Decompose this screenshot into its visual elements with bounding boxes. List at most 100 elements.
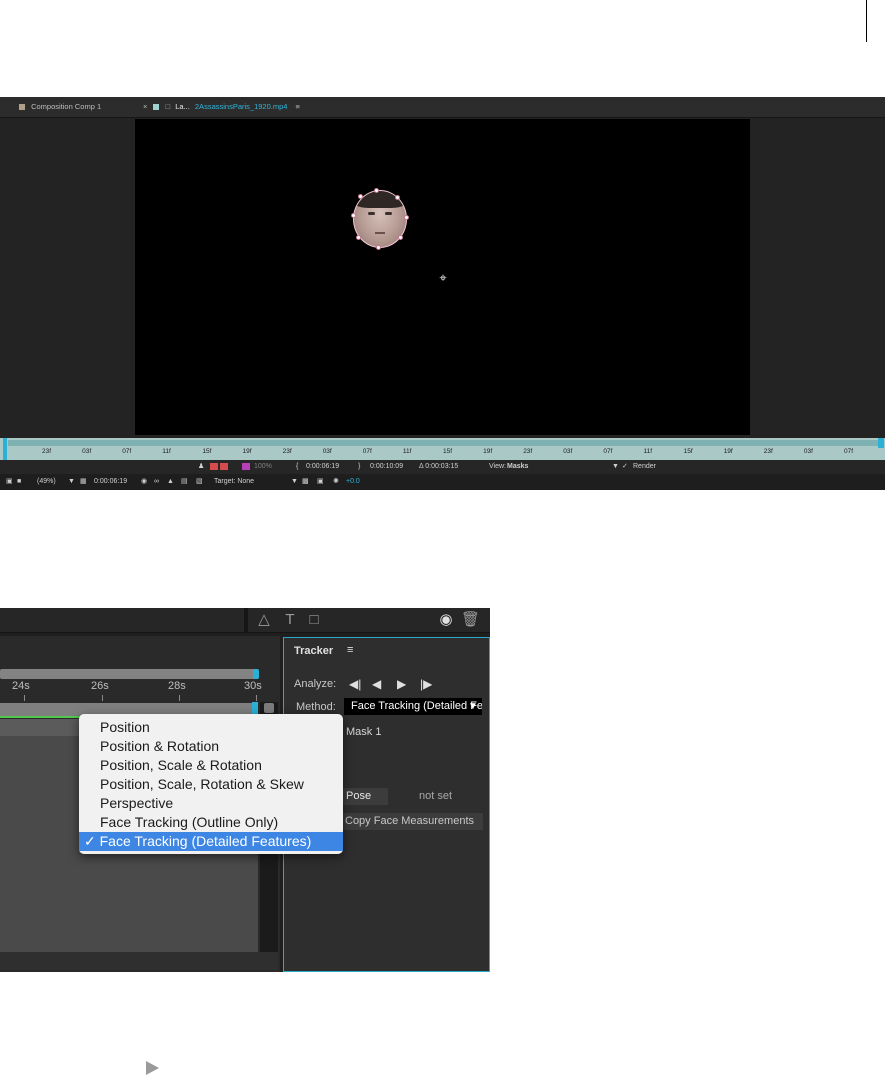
tracker-screenshot: △ T □ ◉ 🗑 24s 26s 28s 30s Tracker ≡ Anal… (0, 608, 490, 972)
render-label: Render (633, 463, 656, 470)
tab-layer[interactable]: × □ La... 2AssassinsParis_1920.mp4 ≡ (143, 97, 300, 117)
tab-composition-comp1[interactable]: Composition Comp 1 (19, 97, 101, 117)
magnification-select[interactable]: (49%) (37, 474, 56, 490)
transparency-grid-icon[interactable]: ▧ (196, 474, 203, 490)
method-option-face-outline[interactable]: Face Tracking (Outline Only) (79, 813, 343, 832)
tab-menu-icon[interactable]: ≡ (296, 102, 300, 111)
time-ruler-tick-label: 23f (42, 448, 52, 455)
time-ruler-tick-label: 19f (723, 448, 733, 455)
fast-preview-icon[interactable]: ▤ (181, 474, 188, 490)
anchor-point-icon[interactable]: ⌖ (436, 271, 450, 285)
timeline-work-area-bar[interactable] (0, 669, 258, 679)
scrollbar-button[interactable] (264, 703, 274, 713)
ruler-label: 24s (12, 680, 30, 692)
mask-vertex[interactable] (356, 235, 361, 240)
time-ruler-tick-label: 03f (82, 448, 92, 455)
analyze-forward-one-frame-button[interactable]: |▶ (420, 677, 432, 691)
mask-vertex[interactable] (351, 213, 356, 218)
channel-icons (210, 460, 230, 474)
mask-vertex[interactable] (395, 195, 400, 200)
target-dropdown-icon[interactable]: ▼ (291, 474, 298, 490)
view-dropdown-arrow-icon[interactable]: ▼ (612, 460, 619, 474)
work-area-end-handle[interactable] (253, 669, 259, 679)
time-ruler-tick-label: 07f (362, 448, 372, 455)
page-corner-line (866, 0, 867, 42)
camera-icon[interactable]: ◉ (141, 474, 147, 490)
out-point-time[interactable]: 0:00:10:09 (370, 460, 403, 474)
checkmark-icon: ✓ (84, 833, 96, 849)
out-point-icon[interactable]: } (358, 460, 360, 474)
trash-icon[interactable]: 🗑 (461, 610, 480, 630)
figure-icon[interactable]: ♟ (198, 460, 204, 474)
method-select[interactable]: Face Tracking (Detailed Features) (344, 698, 482, 715)
mask-vertex[interactable] (374, 188, 379, 193)
time-ruler-tick-label: 19f (483, 448, 493, 455)
analyze-forward-button[interactable]: ▶ (397, 677, 406, 691)
duration-time: Δ 0:00:03:15 (419, 463, 459, 470)
method-dropdown-menu: Position Position & Rotation Position, S… (79, 714, 343, 854)
method-option-position-rotation[interactable]: Position & Rotation (79, 737, 343, 756)
time-ruler-tick-label: 23f (763, 448, 773, 455)
layer-viewer-panel: Composition Comp 1 × □ La... 2AssassinsP… (0, 97, 885, 490)
view-select[interactable]: Masks (507, 460, 528, 474)
analyze-backward-button[interactable]: ◀ (372, 677, 381, 691)
view-label: View: (489, 463, 506, 470)
time-ruler-tick-label: 23f (282, 448, 292, 455)
time-ruler-tick-label: 23f (523, 448, 533, 455)
target-select[interactable]: Target: None (214, 474, 254, 490)
color-swatch-icon[interactable] (242, 462, 250, 470)
magnification-dropdown-icon[interactable]: ▼ (68, 474, 75, 490)
toolbar-divider (244, 608, 248, 632)
shape-tool-icon[interactable]: □ (305, 610, 323, 630)
in-point-time[interactable]: 0:00:06:19 (306, 460, 339, 474)
time-ruler-tick-label: 03f (563, 448, 573, 455)
channels-icon[interactable]: ▲ (167, 474, 174, 490)
type-tool-icon[interactable]: T (281, 610, 299, 630)
time-ruler-tick-label: 07f (603, 448, 613, 455)
time-ruler-tick-label: 15f (443, 448, 453, 455)
overlay-icon[interactable] (220, 462, 228, 470)
snapshot-icon[interactable]: ▣ (317, 474, 324, 490)
time-ruler-tick-label: 07f (844, 448, 854, 455)
exposure-value[interactable]: +0.0 (346, 474, 360, 490)
mask-vertex[interactable] (398, 235, 403, 240)
ruler-tick (24, 695, 25, 701)
tab-layer-source-link[interactable]: 2AssassinsParis_1920.mp4 (195, 102, 288, 111)
tab-close-icon[interactable]: × (143, 102, 147, 111)
method-option-face-detailed-label: Face Tracking (Detailed Features) (99, 833, 312, 849)
work-area-end-handle[interactable] (878, 438, 884, 448)
zoom-group: 100% (242, 460, 272, 474)
time-ruler-tick-label: 07f (122, 448, 132, 455)
grid-icon[interactable]: ▦ (80, 474, 87, 490)
current-timecode[interactable]: 0:00:06:19 (94, 474, 127, 490)
timeline-bottom-bar (0, 952, 278, 970)
pin-tool-icon[interactable]: △ (255, 610, 273, 630)
tracker-panel-menu-icon[interactable]: ≡ (347, 644, 353, 656)
current-time-indicator[interactable] (3, 438, 7, 460)
work-area-bar[interactable] (8, 440, 878, 446)
method-option-perspective[interactable]: Perspective (79, 794, 343, 813)
ruler-tick (256, 695, 257, 701)
mask-vertex[interactable] (358, 194, 363, 199)
red-channel-icon[interactable] (210, 462, 218, 470)
exposure-icon[interactable]: ✺ (333, 474, 339, 490)
method-option-position-scale-rotation[interactable]: Position, Scale & Rotation (79, 756, 343, 775)
mask-vertex[interactable] (376, 245, 381, 250)
display-icon[interactable]: ■ (17, 474, 21, 490)
render-checkbox[interactable]: ✓ (622, 460, 628, 474)
time-ruler-tick-label: 03f (322, 448, 332, 455)
link-icon[interactable]: ∞ (154, 474, 159, 490)
method-option-position-scale-rotation-skew[interactable]: Position, Scale, Rotation & Skew (79, 775, 343, 794)
analyze-back-one-frame-button[interactable]: ◀| (349, 677, 361, 691)
method-option-face-detailed[interactable]: ✓ Face Tracking (Detailed Features) (79, 832, 343, 851)
mask-vertex[interactable] (404, 215, 409, 220)
time-ruler-tick-label: 15f (683, 448, 693, 455)
region-icon[interactable]: ▣ (6, 474, 13, 490)
region-of-interest-icon[interactable]: ▩ (302, 474, 309, 490)
creative-cloud-icon[interactable]: ◉ (437, 610, 455, 630)
method-dropdown-arrow-icon[interactable]: ▼ (468, 698, 478, 715)
method-option-position[interactable]: Position (79, 718, 343, 737)
in-point-icon[interactable]: { (296, 460, 298, 474)
time-ruler-tick-label: 11f (643, 448, 653, 455)
ruler-label: 30s (244, 680, 262, 692)
